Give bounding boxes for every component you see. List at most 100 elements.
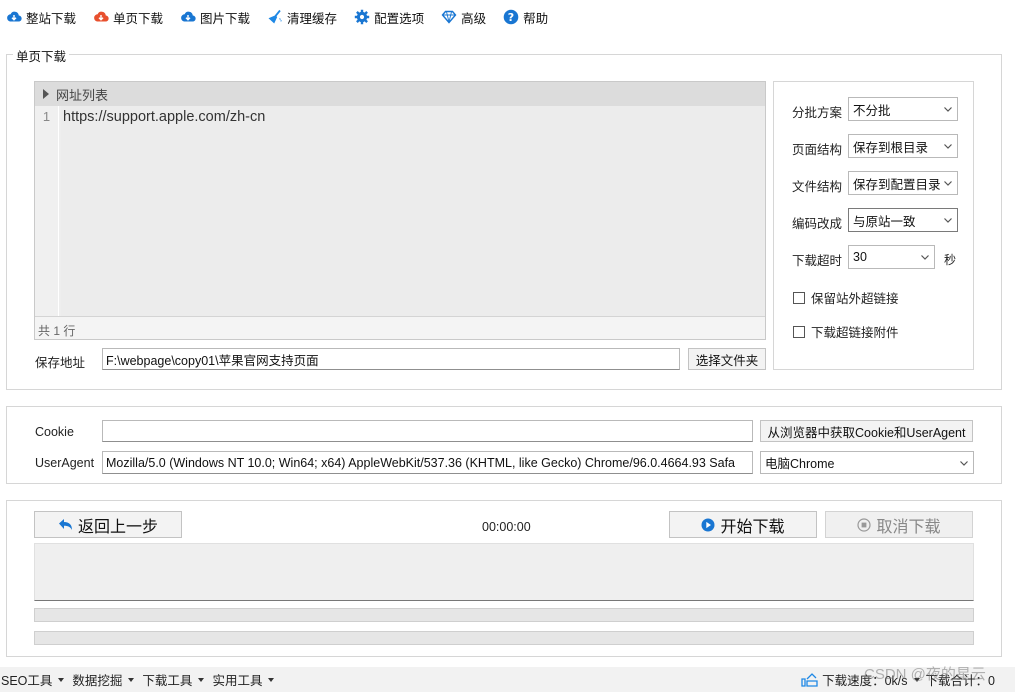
speed-icon bbox=[801, 672, 818, 687]
useragent-input[interactable]: Mozilla/5.0 (Windows NT 10.0; Win64; x64… bbox=[102, 451, 753, 474]
broom-icon bbox=[268, 9, 282, 24]
toolbar-page-download-button[interactable]: 单页下载 bbox=[93, 8, 163, 27]
back-arrow-icon bbox=[58, 518, 72, 530]
menu-label: 下载工具 bbox=[142, 674, 193, 688]
keep-external-links-label: 保留站外超链接 bbox=[811, 292, 899, 306]
download-attachments-label: 下载超链接附件 bbox=[811, 326, 899, 340]
help-icon: ? bbox=[503, 9, 519, 25]
chevron-down-icon bbox=[944, 144, 952, 149]
toolbar-label: 图片下载 bbox=[200, 11, 251, 26]
play-circle-icon bbox=[701, 518, 715, 531]
dropdown-arrow-icon bbox=[268, 677, 275, 682]
keep-external-links-checkbox[interactable]: 保留站外超链接 bbox=[793, 288, 899, 307]
url-list-header[interactable]: 网址列表 bbox=[35, 82, 765, 106]
timeout-unit: 秒 bbox=[944, 253, 957, 267]
cancel-download-button[interactable]: 取消下载 bbox=[825, 511, 973, 538]
toolbar-site-download-button[interactable]: 整站下载 bbox=[6, 8, 76, 27]
toolbar-label: 整站下载 bbox=[26, 11, 77, 26]
page-structure-label: 页面结构 bbox=[792, 143, 843, 157]
toolbar-settings-button[interactable]: 配置选项 bbox=[354, 8, 424, 27]
useragent-preset-select[interactable]: 电脑Chrome bbox=[760, 451, 974, 474]
useragent-label: UserAgent bbox=[35, 456, 95, 470]
cloud-download-icon bbox=[7, 11, 22, 22]
gear-icon bbox=[354, 9, 370, 25]
dropdown-arrow-icon bbox=[58, 677, 65, 682]
useragent-value: Mozilla/5.0 (Windows NT 10.0; Win64; x64… bbox=[106, 455, 736, 470]
download-attachments-checkbox[interactable]: 下载超链接附件 bbox=[793, 322, 899, 341]
back-button[interactable]: 返回上一步 bbox=[34, 511, 182, 538]
toolbar-advanced-button[interactable]: 高级 bbox=[441, 8, 486, 27]
encoding-value: 与原站一致 bbox=[853, 214, 916, 229]
toolbar: 整站下载 单页下载 图片下载 清理缓存 配置选项 高级 ? 帮助 bbox=[0, 0, 1015, 34]
progress-bar-2 bbox=[34, 631, 974, 645]
line-count: 共 1 行 bbox=[35, 316, 765, 339]
toolbar-image-download-button[interactable]: 图片下载 bbox=[180, 8, 250, 27]
dropdown-arrow-icon bbox=[198, 677, 205, 682]
batch-select[interactable]: 不分批 bbox=[848, 97, 958, 121]
menu-label: 数据挖掘 bbox=[72, 674, 123, 688]
cancel-download-label: 取消下载 bbox=[876, 518, 941, 536]
chevron-down-icon bbox=[921, 255, 929, 260]
save-path-label: 保存地址 bbox=[35, 356, 86, 370]
toolbar-clear-cache-button[interactable]: 清理缓存 bbox=[267, 8, 337, 27]
file-structure-label: 文件结构 bbox=[792, 180, 843, 194]
menu-download-tools[interactable]: 下载工具 bbox=[142, 670, 205, 689]
cookie-input[interactable] bbox=[102, 420, 753, 442]
dropdown-arrow-icon bbox=[128, 677, 135, 682]
checkbox-box[interactable] bbox=[793, 325, 805, 338]
url-list-title: 网址列表 bbox=[56, 87, 109, 103]
choose-folder-button[interactable]: 选择文件夹 bbox=[688, 348, 766, 370]
cloud-download-icon bbox=[94, 11, 109, 22]
status-bar: SEO工具 数据挖掘 下载工具 实用工具 下载速度：0k/s 下载合计：0 bbox=[0, 667, 1015, 692]
useragent-preset-value: 电脑Chrome bbox=[765, 457, 835, 471]
file-structure-select[interactable]: 保存到配置目录 bbox=[848, 171, 958, 195]
save-path-value: F:\webpage\copy01\苹果官网支持页面 bbox=[106, 353, 319, 368]
toolbar-label: 配置选项 bbox=[374, 11, 425, 26]
stop-circle-icon bbox=[857, 517, 872, 532]
log-area bbox=[34, 543, 974, 601]
start-download-button[interactable]: 开始下载 bbox=[669, 511, 817, 538]
watermark: CSDN @夜的星云 bbox=[864, 666, 986, 683]
diamond-icon bbox=[441, 10, 457, 24]
url-text-area[interactable]: https://support.apple.com/zh-cn bbox=[61, 106, 765, 316]
cookie-label: Cookie bbox=[35, 425, 74, 439]
menu-label: 实用工具 bbox=[212, 674, 263, 688]
timeout-select[interactable]: 30 bbox=[848, 245, 935, 269]
checkbox-box[interactable] bbox=[793, 291, 805, 304]
page-structure-value: 保存到根目录 bbox=[853, 140, 929, 155]
progress-bar-1 bbox=[34, 608, 974, 622]
timeout-label: 下载超时 bbox=[792, 254, 843, 268]
line-gutter: 1 bbox=[35, 106, 59, 316]
menu-label: SEO工具 bbox=[1, 674, 53, 688]
url-list-editor[interactable]: 网址列表 1 https://support.apple.com/zh-cn 共… bbox=[34, 81, 766, 340]
cloud-download-icon bbox=[181, 11, 196, 22]
menu-data-mining[interactable]: 数据挖掘 bbox=[72, 670, 135, 689]
get-cookie-button[interactable]: 从浏览器中获取Cookie和UserAgent bbox=[760, 420, 973, 442]
encoding-label: 编码改成 bbox=[792, 217, 843, 231]
toolbar-help-button[interactable]: ? 帮助 bbox=[503, 8, 548, 27]
menu-seo-tools[interactable]: SEO工具 bbox=[1, 670, 65, 689]
url-line: https://support.apple.com/zh-cn bbox=[63, 109, 266, 125]
toolbar-label: 帮助 bbox=[523, 11, 549, 26]
elapsed-timer: 00:00:00 bbox=[482, 520, 531, 534]
chevron-down-icon bbox=[944, 181, 952, 186]
save-path-input[interactable]: F:\webpage\copy01\苹果官网支持页面 bbox=[102, 348, 680, 370]
toolbar-label: 单页下载 bbox=[113, 11, 164, 26]
chevron-down-icon bbox=[960, 460, 968, 466]
menu-utility-tools[interactable]: 实用工具 bbox=[212, 670, 275, 689]
svg-text:?: ? bbox=[508, 11, 514, 24]
toolbar-label: 高级 bbox=[461, 11, 487, 26]
toolbar-label: 清理缓存 bbox=[287, 11, 338, 26]
line-number: 1 bbox=[42, 109, 51, 124]
file-structure-value: 保存到配置目录 bbox=[853, 177, 941, 192]
timeout-value: 30 bbox=[853, 250, 867, 264]
page-structure-select[interactable]: 保存到根目录 bbox=[848, 134, 958, 158]
batch-label: 分批方案 bbox=[792, 106, 843, 120]
encoding-select[interactable]: 与原站一致 bbox=[848, 208, 958, 232]
chevron-down-icon bbox=[944, 218, 952, 223]
back-button-label: 返回上一步 bbox=[77, 518, 158, 536]
single-page-legend: 单页下载 bbox=[13, 46, 70, 65]
caret-right-icon bbox=[43, 89, 49, 99]
batch-value: 不分批 bbox=[853, 103, 891, 118]
start-download-label: 开始下载 bbox=[720, 518, 785, 536]
